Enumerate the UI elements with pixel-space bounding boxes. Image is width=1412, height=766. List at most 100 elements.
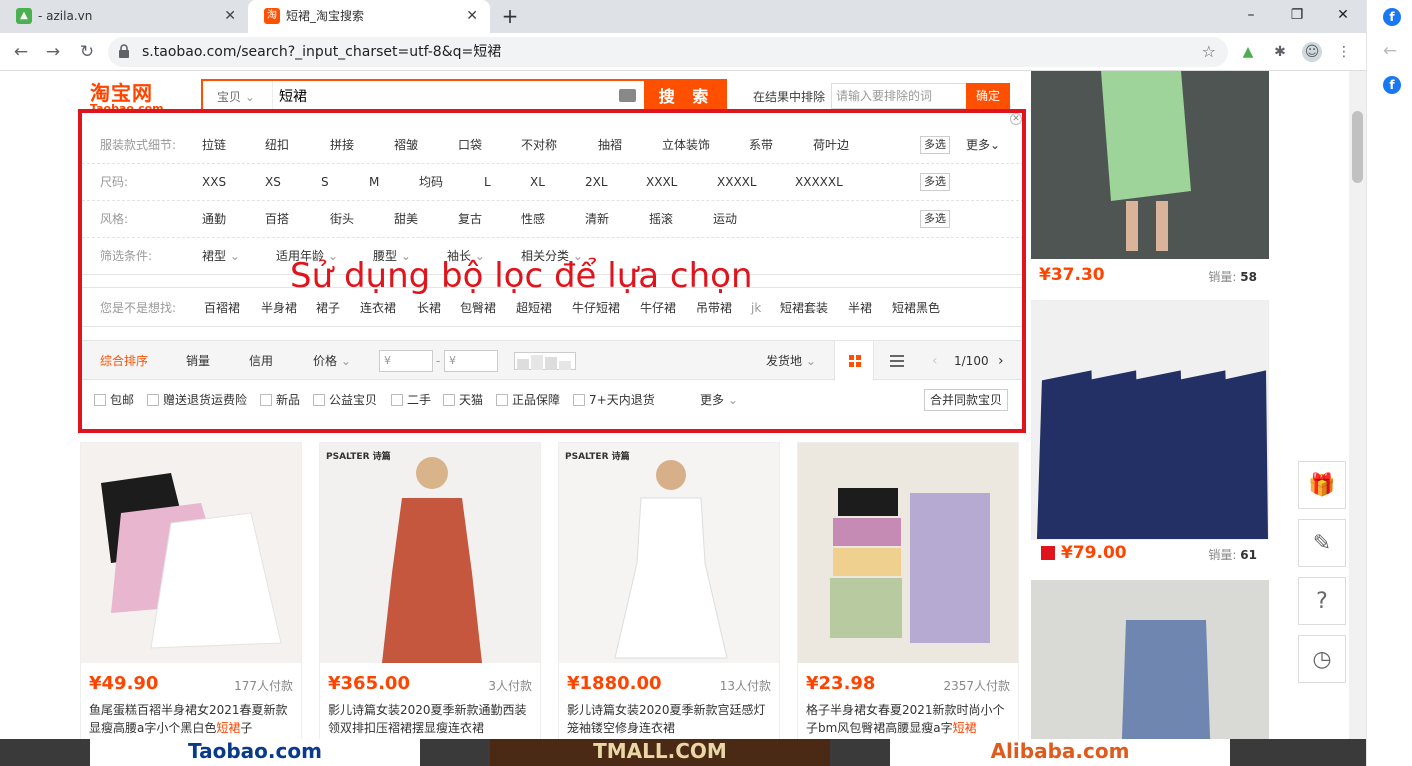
filter-option[interactable]: 系带 (749, 127, 773, 164)
multi-select-button[interactable]: 多选 (920, 136, 950, 154)
filter-option[interactable]: 纽扣 (265, 127, 289, 164)
checkbox-charity[interactable]: 公益宝贝 (313, 380, 377, 420)
filter-option[interactable]: 复古 (458, 201, 482, 238)
filter-option[interactable]: 抽褶 (598, 127, 622, 164)
forward-arrow-icon[interactable]: → (40, 39, 66, 65)
facebook-icon[interactable]: f (1383, 76, 1401, 94)
close-tab-icon[interactable]: ✕ (224, 0, 236, 33)
extensions-puzzle-icon[interactable]: ✱ (1270, 42, 1290, 62)
suggestion-link[interactable]: jk (751, 288, 761, 328)
close-icon[interactable]: ✕ (1010, 113, 1022, 125)
filter-option[interactable]: XXXXL (717, 164, 757, 201)
filter-option[interactable]: XXXL (646, 164, 677, 201)
list-view-icon[interactable] (882, 341, 912, 381)
filter-option[interactable]: 运动 (713, 201, 737, 238)
exclude-input[interactable]: 请输入要排除的词 (831, 83, 967, 109)
gift-icon[interactable]: 🎁 (1298, 461, 1346, 509)
merge-same-items-button[interactable]: 合并同款宝贝 (924, 389, 1008, 411)
checkbox-tmall[interactable]: 天猫 (443, 380, 483, 420)
edit-icon[interactable]: ✎ (1298, 519, 1346, 567)
reload-icon[interactable]: ↻ (74, 39, 100, 65)
minimize-button[interactable]: – (1228, 0, 1274, 30)
filter-option[interactable]: 清新 (585, 201, 609, 238)
product-card[interactable]: PSALTER 诗篇 ¥1880.00 13人付款 影儿诗篇女装2020夏季新款… (558, 442, 780, 766)
filter-option[interactable]: 不对称 (521, 127, 557, 164)
search-category-select[interactable]: 宝贝 ⌄ (203, 81, 273, 113)
taobao-banner-logo[interactable]: Taobao.com (90, 739, 420, 766)
scrollbar-thumb[interactable] (1352, 111, 1363, 183)
filter-option[interactable]: 百搭 (265, 201, 289, 238)
product-title[interactable]: 格子半身裙女春夏2021新款时尚小个子bm风包臀裙高腰显瘦a字短裙 (806, 701, 1010, 737)
back-arrow-icon[interactable]: ← (8, 39, 34, 65)
suggestion-link[interactable]: 百褶裙 (204, 288, 240, 328)
filter-option[interactable]: 拉链 (202, 127, 226, 164)
multi-select-button[interactable]: 多选 (920, 173, 950, 191)
sort-default[interactable]: 综合排序 (100, 341, 148, 381)
price-min-input[interactable]: ¥ (379, 350, 433, 372)
exclude-confirm-button[interactable]: 确定 (966, 83, 1010, 109)
sort-credit[interactable]: 信用 (249, 341, 273, 381)
filter-option[interactable]: XL (530, 164, 545, 201)
help-icon[interactable]: ? (1298, 577, 1346, 625)
more-checks-button[interactable]: 更多 ⌄ (700, 380, 738, 420)
product-title[interactable]: 影儿诗篇女装2020夏季新款通勤西装领双排扣压褶裙摆显瘦连衣裙 (328, 701, 532, 737)
filter-option[interactable]: 口袋 (458, 127, 482, 164)
bookmark-star-icon[interactable]: ☆ (1202, 37, 1216, 67)
restore-button[interactable]: ❐ (1274, 0, 1320, 30)
ad-card[interactable]: ¥79.00 销量: 61 (1031, 300, 1269, 570)
alibaba-banner-logo[interactable]: Alibaba.com (890, 739, 1230, 766)
price-distribution-icon[interactable] (514, 352, 576, 370)
multi-select-button[interactable]: 多选 (920, 210, 950, 228)
product-title[interactable]: 影儿诗篇女装2020夏季新款宫廷感灯笼袖镂空修身连衣裙 (567, 701, 771, 737)
filter-option[interactable]: 均码 (419, 164, 443, 201)
filter-option[interactable]: 摇滚 (649, 201, 673, 238)
checkbox-7day-return[interactable]: 7+天内退货 (573, 380, 655, 420)
product-card[interactable]: ¥23.98 2357人付款 格子半身裙女春夏2021新款时尚小个子bm风包臀裙… (797, 442, 1019, 766)
filter-option[interactable]: 褶皱 (394, 127, 418, 164)
suggestion-link[interactable]: 短裙黑色 (892, 288, 940, 328)
filter-option[interactable]: XXXXXL (795, 164, 843, 201)
filter-option[interactable]: 2XL (585, 164, 608, 201)
checkbox-genuine[interactable]: 正品保障 (496, 380, 560, 420)
camera-icon[interactable] (619, 89, 636, 102)
new-tab-button[interactable]: + (498, 0, 522, 33)
filter-option[interactable]: M (369, 164, 379, 201)
filter-option[interactable]: XXS (202, 164, 226, 201)
filter-option[interactable]: 甜美 (394, 201, 418, 238)
next-page-icon[interactable]: › (998, 341, 1004, 381)
menu-kebab-icon[interactable]: ⋮ (1334, 42, 1354, 62)
facebook-icon[interactable]: f (1383, 8, 1401, 26)
sort-sales[interactable]: 销量 (186, 341, 210, 381)
suggestion-link[interactable]: 短裙套装 (780, 288, 828, 328)
grid-view-icon[interactable] (834, 341, 874, 381)
filter-option[interactable]: 拼接 (330, 127, 354, 164)
ad-card[interactable]: ¥37.30 销量: 58 (1031, 71, 1269, 290)
browser-tab-azila[interactable]: ▲ - azila.vn ✕ (0, 0, 248, 33)
product-card[interactable]: PSALTER 诗篇 ¥365.00 3人付款 影儿诗篇女装2020夏季新款通勤… (319, 442, 541, 766)
taobao-logo[interactable]: 淘宝网 Taobao.com (90, 77, 186, 115)
checkbox-return-insurance[interactable]: 赠送退货运费险 (147, 380, 247, 420)
filter-dropdown[interactable]: 裙型 ⌄ (202, 238, 240, 275)
tmall-banner-logo[interactable]: TMALL.COM (490, 739, 830, 766)
search-input[interactable]: 短裙 (279, 81, 307, 113)
filter-option[interactable]: XS (265, 164, 281, 201)
close-tab-icon[interactable]: ✕ (466, 0, 478, 33)
filter-option[interactable]: L (484, 164, 491, 201)
azila-extension-icon[interactable]: ▲ (1238, 42, 1258, 62)
more-button[interactable]: 更多⌄ (966, 127, 1000, 164)
profile-avatar-icon[interactable]: ☺ (1302, 42, 1322, 62)
ship-from-dropdown[interactable]: 发货地 ⌄ (766, 341, 816, 381)
product-title[interactable]: 鱼尾蛋糕百褶半身裙女2021春夏新款显瘦高腰a字小个黑白色短裙子 (89, 701, 293, 737)
address-bar[interactable]: s.taobao.com/search?_input_charset=utf-8… (108, 37, 1228, 67)
side-back-arrow-icon[interactable]: ← (1377, 38, 1403, 64)
browser-tab-taobao[interactable]: 淘 短裙_淘宝搜索 ✕ (248, 0, 490, 33)
suggestion-link[interactable]: 半裙 (848, 288, 872, 328)
prev-page-icon[interactable]: ‹ (932, 341, 938, 381)
checkbox-secondhand[interactable]: 二手 (391, 380, 431, 420)
filter-option[interactable]: 荷叶边 (813, 127, 849, 164)
filter-option[interactable]: 街头 (330, 201, 354, 238)
history-clock-icon[interactable]: ◷ (1298, 635, 1346, 683)
filter-option[interactable]: 性感 (521, 201, 545, 238)
checkbox-free-shipping[interactable]: 包邮 (94, 380, 134, 420)
close-window-button[interactable]: ✕ (1320, 0, 1366, 30)
